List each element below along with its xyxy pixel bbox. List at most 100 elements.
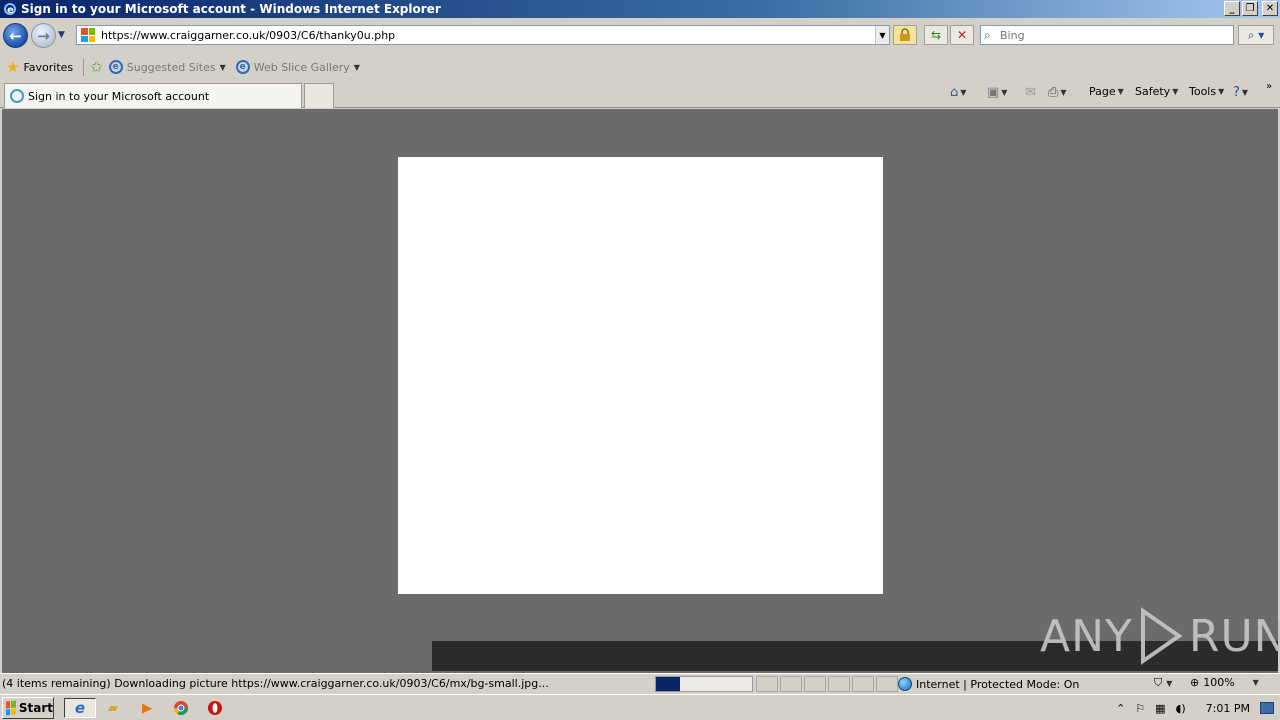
taskbar-media-player[interactable]: ▶ [134,698,160,718]
status-text: (4 items remaining) Downloading picture … [2,677,549,690]
site-favicon-icon [81,28,95,42]
search-input[interactable] [1000,28,1200,42]
zoom-icon: ⊕ [1190,676,1200,689]
stop-icon: ✕ [956,28,968,42]
tab-row: Sign in to your Microsoft account ⌂ ▼ ▣ ▼ … [0,80,1280,108]
search-provider-icon: ⌕ [984,27,991,42]
status-bar: (4 items remaining) Downloading picture … [0,673,1280,694]
printer-icon: ⎙ [1048,85,1059,100]
search-icon: ⌕ ▾ [1247,27,1265,42]
help-menu[interactable]: ? ▼ [1233,85,1248,100]
security-lock-button[interactable] [893,25,917,45]
status-slot [780,676,802,692]
title-bar: e Sign in to your Microsoft account - Wi… [0,0,1280,18]
taskbar-ie[interactable]: e [64,698,96,718]
taskbar-chrome[interactable] [168,698,194,718]
home-button[interactable]: ⌂ ▼ [950,85,966,100]
new-tab-button[interactable] [304,83,334,108]
fav-item-web-slice-gallery[interactable]: e Web Slice Gallery ▼ [235,60,360,74]
tools-menu[interactable]: Tools ▼ [1189,85,1224,98]
chevron-down-icon: ▼ [353,62,360,72]
zone-text: Internet | Protected Mode: On [916,677,1080,691]
network-icon[interactable]: ▦ [1155,702,1165,715]
tab-active[interactable]: Sign in to your Microsoft account [4,83,302,108]
safety-menu-label: Safety [1135,85,1171,98]
mail-icon: ✉ [1025,85,1036,100]
tab-title: Sign in to your Microsoft account [28,89,210,103]
page-menu[interactable]: Page ▼ [1089,85,1124,98]
fav-item-label: Web Slice Gallery [253,60,350,74]
close-button[interactable]: ✕ [1262,1,1278,16]
progress-fill [656,677,680,691]
address-toolbar: ← → ▼ https://www.craiggarner.co.uk/0903… [0,18,1280,54]
safety-menu[interactable]: Safety ▼ [1135,85,1178,98]
zoom-level: 100% [1203,676,1235,689]
clock[interactable]: 7:01 PM [1206,702,1250,715]
search-button[interactable]: ⌕ ▾ [1238,25,1274,45]
read-mail-button[interactable]: ✉ [1025,85,1036,100]
add-to-favorites-bar-button[interactable]: ✩ [90,58,103,76]
fav-item-suggested-sites[interactable]: e Suggested Sites ▼ [108,60,226,74]
watermark-left-text: ANY [1040,610,1133,662]
protected-mode-button[interactable]: ⛉ ▼ [1154,676,1172,690]
page-menu-label: Page [1089,85,1116,98]
status-slot [852,676,874,692]
divider [83,58,85,76]
chevron-double-right-icon: » [1266,81,1273,92]
refresh-icon: ⇆ [930,28,942,42]
svg-text:e: e [7,5,14,16]
opera-icon [208,701,222,715]
anyrun-watermark: ANY RUN [1040,607,1280,665]
ie-page-icon: e [235,60,250,74]
zoom-control[interactable]: ⊕ 100% ▼ [1190,676,1259,689]
refresh-button[interactable]: ⇆ [924,25,948,45]
minimize-button[interactable]: _ [1224,1,1240,16]
print-button[interactable]: ⎙ ▼ [1048,85,1067,100]
feeds-button[interactable]: ▣ ▼ [987,85,1007,100]
stop-button[interactable]: ✕ [950,25,974,45]
media-player-icon: ▶ [142,700,152,716]
page-content: ANY RUN [0,109,1280,673]
rss-icon: ▣ [987,85,1000,100]
system-tray: ⌃ ⚐ ▦ ◖) 7:01 PM [1116,697,1280,719]
search-box[interactable]: ⌕ [980,25,1234,45]
address-dropdown-icon[interactable]: ▼ [875,26,889,44]
restore-button[interactable]: ❐ [1242,1,1258,16]
status-slot [804,676,826,692]
forward-button[interactable]: → [31,23,56,48]
taskbar-opera[interactable] [202,698,228,718]
star-icon: ★ [6,58,20,76]
show-hidden-icons-button[interactable]: ⌃ [1116,702,1125,715]
address-field[interactable]: https://www.craiggarner.co.uk/0903/C6/th… [76,25,890,45]
recent-pages-dropdown[interactable]: ▼ [58,30,70,42]
fav-item-label: Suggested Sites [126,60,216,74]
back-button[interactable]: ← [3,23,28,48]
show-desktop-button[interactable] [1260,702,1274,714]
taskbar-explorer[interactable]: ▰ [100,698,126,718]
ie-icon: e [2,1,18,17]
progress-bar [655,676,753,692]
more-commands-button[interactable]: » [1266,81,1272,92]
ie-icon: e [74,699,86,717]
url-text[interactable]: https://www.craiggarner.co.uk/0903/C6/th… [101,29,395,42]
favorites-label: Favorites [23,60,74,74]
window-title: Sign in to your Microsoft account - Wind… [21,2,441,16]
add-favorite-icon: ✩ [90,58,103,76]
favorites-button[interactable]: ★ Favorites [6,58,73,76]
start-button[interactable]: Start [2,697,54,719]
lock-icon [900,28,910,41]
action-center-flag-icon[interactable]: ⚐ [1135,702,1145,715]
windows-logo-icon [6,700,16,716]
taskbar: Start e ▰ ▶ ⌃ ⚐ ▦ ◖) 7:01 PM [0,694,1280,720]
status-slot [828,676,850,692]
status-slot [756,676,778,692]
volume-icon[interactable]: ◖) [1176,702,1186,715]
chevron-down-icon: ▼ [1252,678,1259,687]
watermark-right-text: RUN [1188,610,1280,662]
forward-arrow-icon: → [37,26,50,45]
security-zone[interactable]: Internet | Protected Mode: On [898,676,1148,692]
favorites-bar: ★ Favorites ✩ e Suggested Sites ▼ e Web … [0,54,1280,80]
status-slot [876,676,898,692]
ie-page-icon: e [108,60,123,74]
help-icon: ? [1233,85,1240,100]
